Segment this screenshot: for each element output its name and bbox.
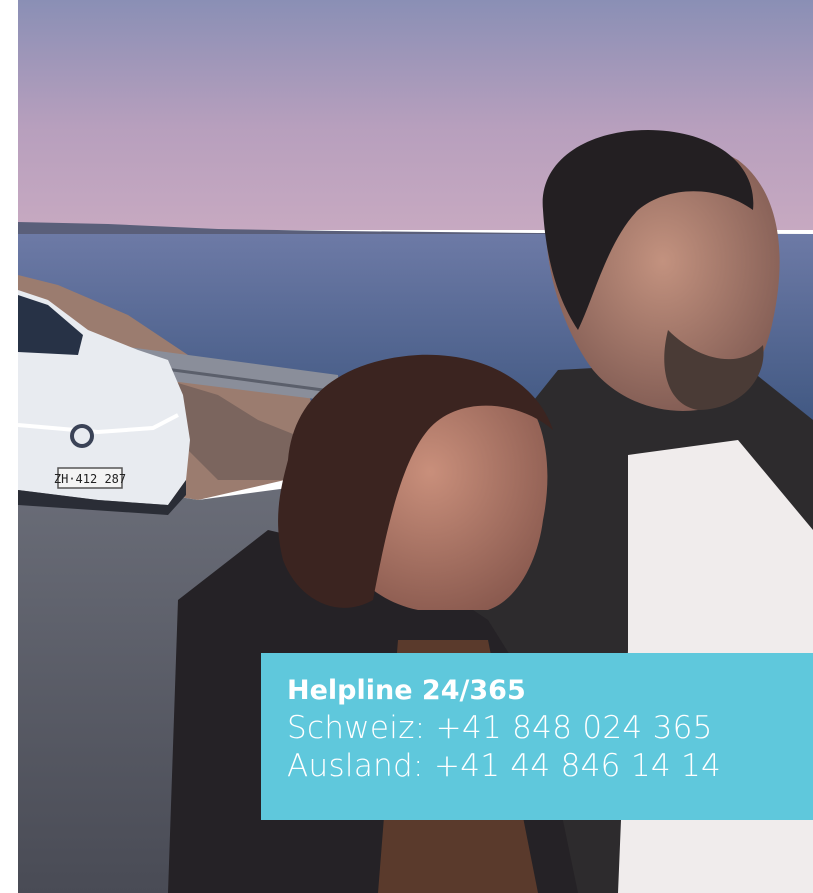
helpline-title: Helpline 24/365 — [287, 675, 526, 706]
svg-text:ZH·412 287: ZH·412 287 — [54, 472, 126, 486]
left-margin — [0, 0, 18, 893]
helpline-abroad-phone[interactable]: Ausland: +41 44 846 14 14 — [287, 747, 813, 785]
hero-frame: ZH·412 287 Helpline 24/365 Schweiz: +41 — [0, 0, 813, 893]
helpline-switzerland-phone[interactable]: Schweiz: +41 848 024 365 — [287, 709, 813, 747]
helpline-card: Helpline 24/365 Schweiz: +41 848 024 365… — [261, 653, 813, 820]
